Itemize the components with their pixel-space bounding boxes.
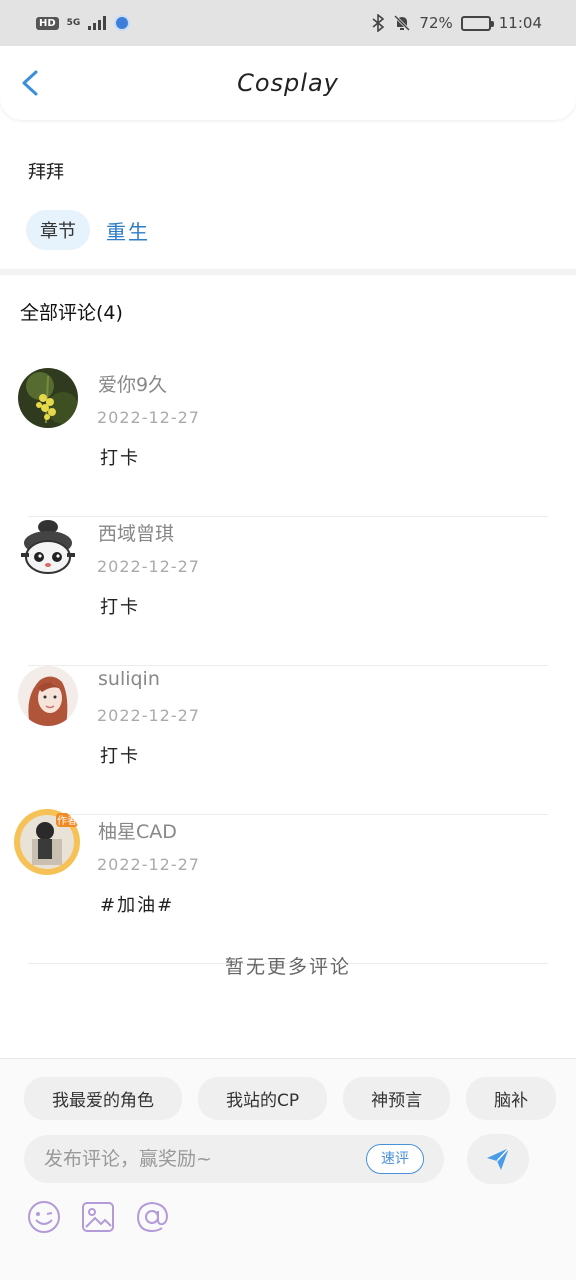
comments-title: 全部评论(4) — [20, 302, 123, 324]
comment-username[interactable]: suliqin — [98, 668, 160, 690]
comment-body: 打卡 — [100, 597, 140, 618]
comment-composer: 我最爱的角色 我站的CP 神预言 脑补 速评 — [0, 1058, 576, 1280]
comment-date: 2022-12-27 — [97, 408, 200, 427]
battery-icon — [460, 15, 494, 31]
top-bar: Cosplay — [0, 46, 576, 120]
comment-body: #加油# — [100, 895, 175, 916]
comment-item: 作者 柚星CAD 2022-12-27 #加油# — [0, 809, 576, 964]
chapter-link[interactable]: 重生 — [106, 216, 150, 245]
comment-date: 2022-12-27 — [97, 557, 200, 576]
mute-bell-icon — [394, 14, 411, 32]
back-arrow-icon[interactable] — [16, 68, 46, 98]
chapter-row: 章节 重生 — [26, 210, 150, 250]
status-right: 72% 11:04 — [371, 14, 542, 32]
quick-tag[interactable]: 神预言 — [343, 1077, 451, 1120]
comment-input-box: 速评 — [24, 1135, 444, 1183]
section-divider — [0, 269, 576, 275]
comment-username[interactable]: 柚星CAD — [98, 817, 177, 844]
battery-percent: 72% — [419, 14, 453, 32]
signal-icon — [88, 16, 107, 30]
quick-tag[interactable]: 脑补 — [466, 1077, 557, 1120]
comment-input[interactable] — [44, 1135, 344, 1183]
quick-review-button[interactable]: 速评 — [366, 1144, 424, 1174]
comment-item: 西域曾琪 2022-12-27 打卡 — [0, 517, 576, 666]
cartoon-avatar-icon — [18, 517, 78, 577]
quick-tags: 我最爱的角色 我站的CP 神预言 脑补 — [24, 1077, 557, 1120]
clock: 11:04 — [498, 14, 542, 32]
quick-tag[interactable]: 我站的CP — [198, 1077, 328, 1120]
network-type: 5G — [66, 17, 81, 28]
app-notification-icon — [114, 15, 131, 31]
comment-username[interactable]: 爱你9久 — [98, 370, 167, 397]
comment-body: 打卡 — [100, 746, 140, 767]
hd-badge: HD — [36, 16, 59, 30]
send-button[interactable] — [467, 1134, 529, 1184]
bluetooth-icon — [372, 14, 385, 32]
photo-avatar-icon — [18, 666, 78, 726]
quick-tag[interactable]: 我最爱的角色 — [24, 1077, 182, 1120]
comment-item: suliqin 2022-12-27 打卡 — [0, 666, 576, 815]
page-title: Cosplay — [237, 69, 339, 97]
comment-item: 爱你9久 2022-12-27 打卡 — [0, 368, 576, 517]
image-icon[interactable] — [80, 1199, 116, 1235]
avatar[interactable]: 作者 — [12, 807, 82, 877]
comment-date: 2022-12-27 — [97, 855, 200, 874]
tool-icons — [26, 1199, 170, 1235]
author-avatar-icon: 作者 — [14, 809, 80, 875]
send-icon — [487, 1147, 510, 1170]
avatar[interactable] — [18, 666, 78, 726]
author-badge: 作者 — [57, 815, 77, 827]
post-text: 拜拜 — [28, 162, 64, 183]
no-more-comments: 暂无更多评论 — [224, 956, 351, 978]
emoji-icon[interactable] — [26, 1199, 62, 1235]
comment-body: 打卡 — [100, 448, 140, 469]
comment-username[interactable]: 西域曾琪 — [98, 519, 174, 546]
status-bar: HD 5G 72% 11:04 — [0, 0, 576, 46]
flower-avatar-icon — [18, 368, 78, 428]
avatar[interactable] — [18, 368, 78, 428]
status-left: HD 5G — [36, 15, 131, 31]
mention-icon[interactable] — [134, 1199, 170, 1235]
avatar[interactable] — [18, 517, 78, 577]
comment-date: 2022-12-27 — [97, 706, 200, 725]
chapter-chip: 章节 — [26, 210, 90, 250]
